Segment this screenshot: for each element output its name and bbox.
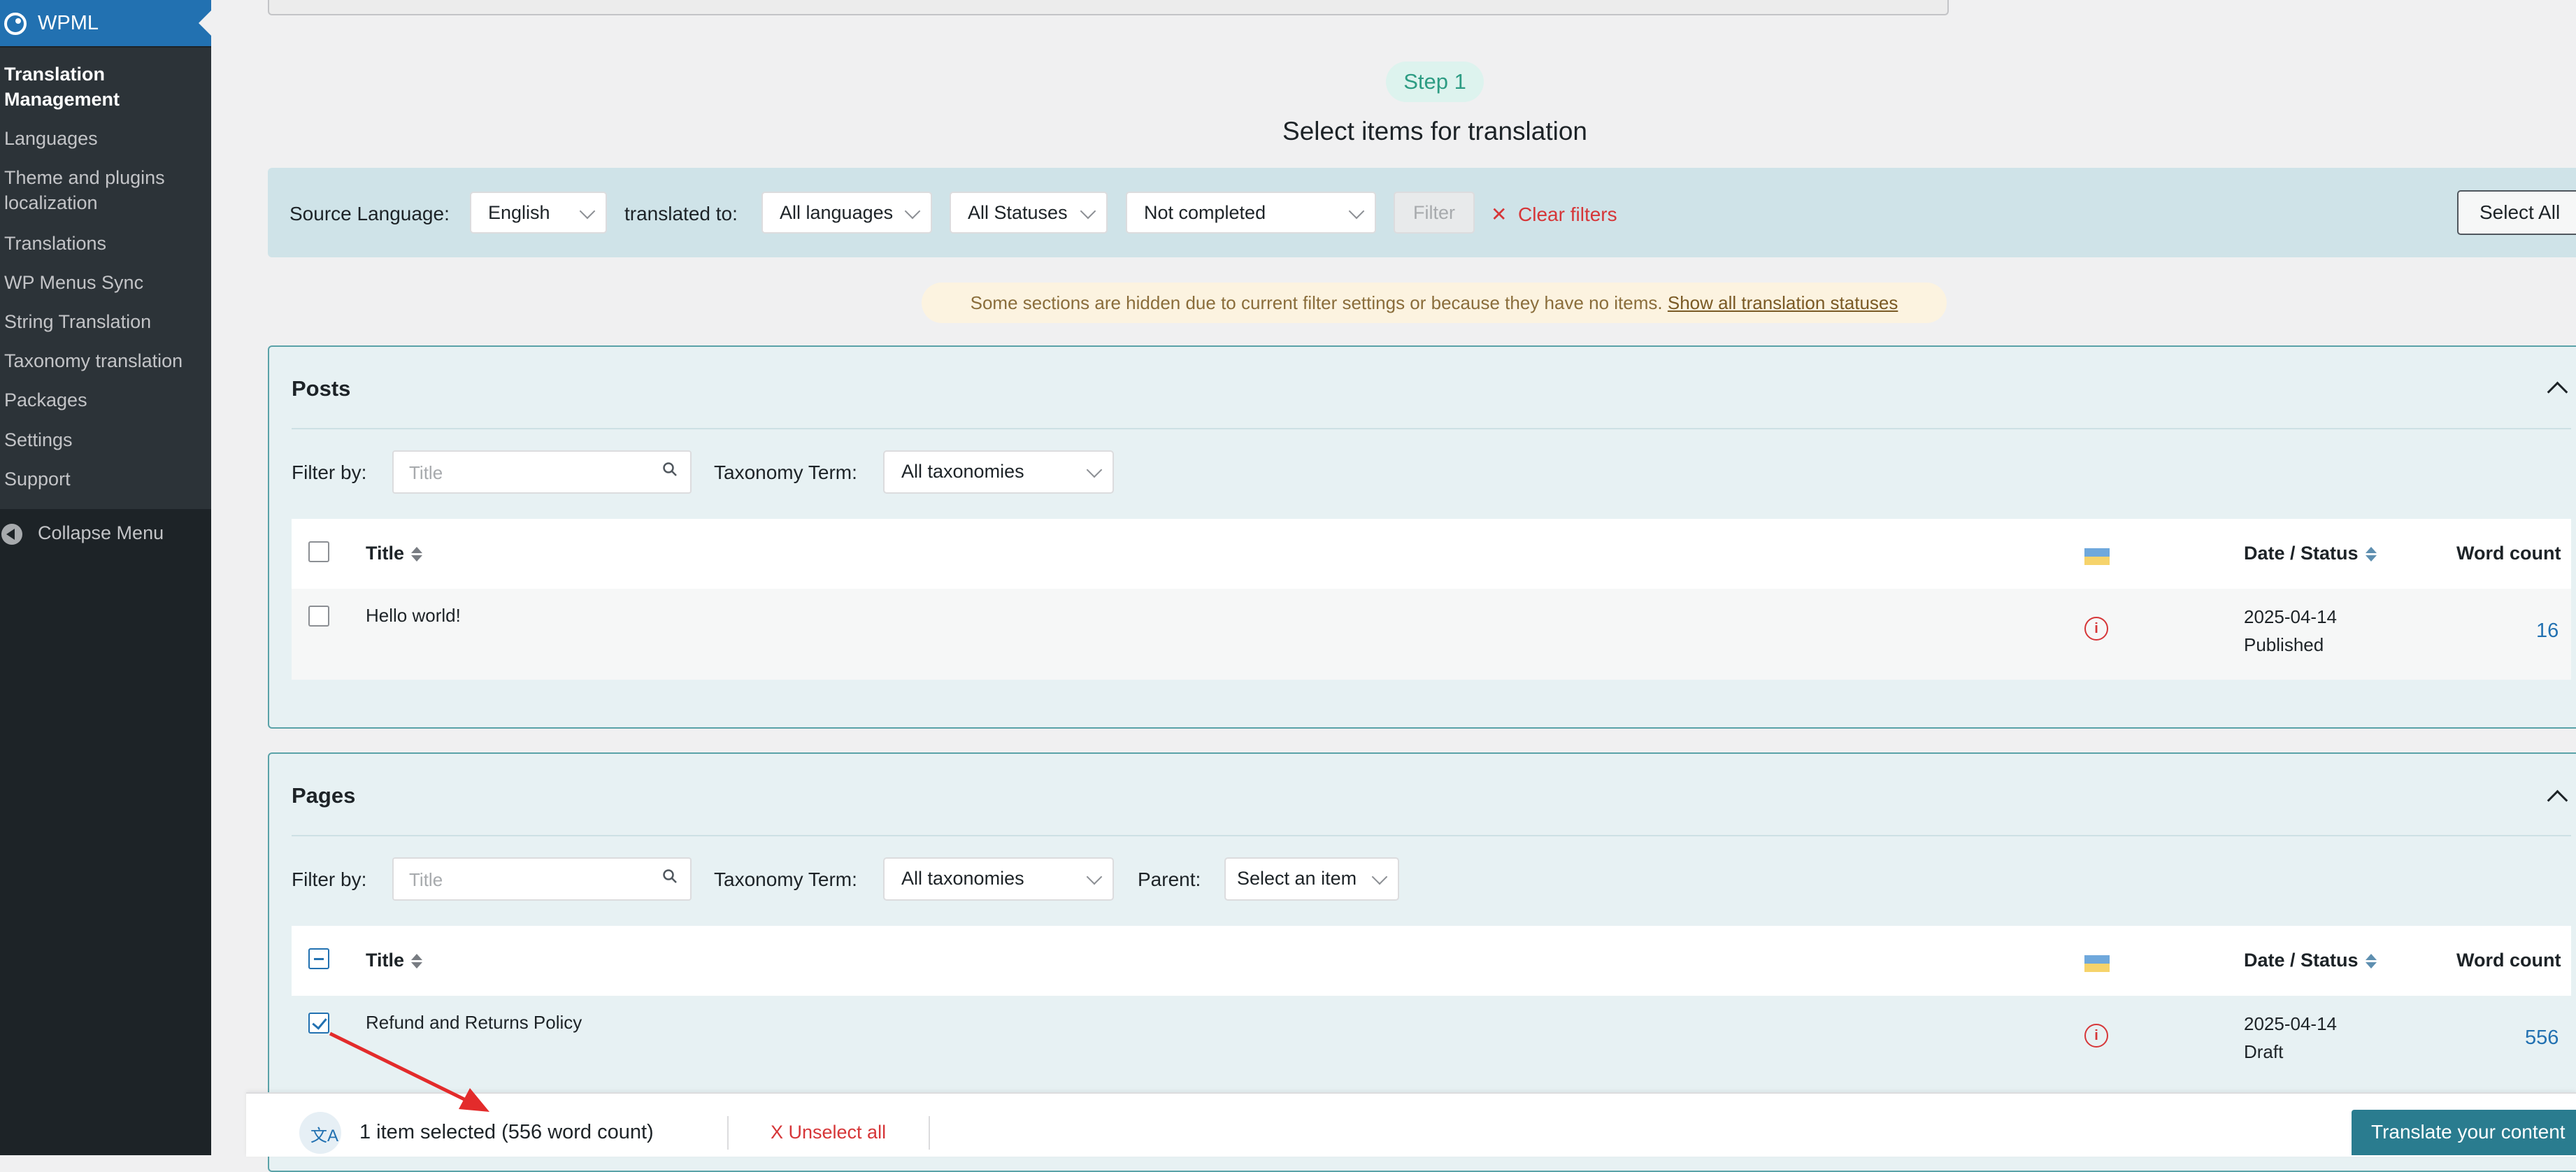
posts-title-search[interactable] bbox=[392, 450, 692, 494]
row-checkbox[interactable] bbox=[308, 606, 329, 627]
table-row[interactable]: Refund and Returns Policy i 2025-04-14 D… bbox=[292, 996, 2571, 1094]
parent-select[interactable]: Select an item bbox=[1224, 857, 1399, 901]
source-language-select[interactable]: English bbox=[470, 192, 607, 234]
section-divider bbox=[292, 835, 2571, 836]
filter-by-label: Filter by: bbox=[292, 462, 367, 483]
close-icon: ✕ bbox=[1491, 203, 1508, 225]
row-date: 2025-04-14 bbox=[2244, 606, 2337, 627]
clear-filters-link[interactable]: ✕ Clear filters bbox=[1491, 203, 1617, 226]
row-status: Published bbox=[2244, 634, 2324, 655]
chevron-down-icon bbox=[1086, 869, 1103, 885]
sidebar-item-settings[interactable]: Settings bbox=[4, 427, 73, 452]
row-checkbox[interactable] bbox=[308, 1013, 329, 1034]
sidebar-item-wp-menus-sync[interactable]: WP Menus Sync bbox=[4, 270, 143, 295]
search-input[interactable] bbox=[408, 867, 648, 892]
select-all-posts-checkbox[interactable] bbox=[308, 541, 329, 562]
info-icon[interactable]: i bbox=[2084, 617, 2108, 641]
section-divider bbox=[292, 428, 2571, 429]
top-panel-edge bbox=[268, 0, 1949, 15]
wpml-menu-title: WPML bbox=[38, 12, 99, 34]
collapse-menu-button[interactable]: Collapse Menu bbox=[0, 521, 211, 549]
pages-title-search[interactable] bbox=[392, 857, 692, 901]
word-count-link[interactable]: 556 bbox=[2525, 1027, 2559, 1050]
admin-sidebar: WPML Translation Management Languages Th… bbox=[0, 0, 211, 1155]
word-count-column-header: Word count bbox=[2456, 950, 2561, 971]
sidebar-item-translation-management[interactable]: Translation Management bbox=[4, 62, 120, 112]
chevron-up-icon[interactable] bbox=[2547, 381, 2568, 403]
show-all-statuses-link[interactable]: Show all translation statuses bbox=[1668, 292, 1898, 313]
select-all-button[interactable]: Select All bbox=[2457, 190, 2576, 235]
filter-by-label: Filter by: bbox=[292, 869, 367, 890]
sidebar-item-packages[interactable]: Packages bbox=[4, 387, 87, 413]
unselect-all-button[interactable]: X Unselect all bbox=[771, 1122, 886, 1143]
taxonomy-select[interactable]: All taxonomies bbox=[883, 857, 1114, 901]
collapse-menu-label: Collapse Menu bbox=[38, 522, 164, 543]
wpml-menu-header[interactable]: WPML bbox=[0, 0, 211, 46]
source-language-label: Source Language: bbox=[289, 203, 450, 224]
filter-button[interactable]: Filter bbox=[1394, 192, 1475, 234]
taxonomy-select[interactable]: All taxonomies bbox=[883, 450, 1114, 494]
ukraine-flag-icon bbox=[2084, 955, 2110, 972]
row-title[interactable]: Refund and Returns Policy bbox=[366, 1008, 582, 1036]
selected-items-summary: 1 item selected (556 word count) bbox=[359, 1121, 654, 1143]
pages-section-title: Pages bbox=[292, 783, 356, 808]
sidebar-item-translations[interactable]: Translations bbox=[4, 231, 106, 256]
row-title[interactable]: Hello world! bbox=[366, 601, 461, 629]
chevron-down-icon bbox=[579, 203, 596, 220]
sidebar-item-taxonomy-translation[interactable]: Taxonomy translation bbox=[4, 348, 183, 373]
taxonomy-term-label: Taxonomy Term: bbox=[714, 462, 857, 483]
current-menu-arrow-icon bbox=[199, 10, 211, 36]
pages-table-header: Title Date / Status Word count bbox=[292, 926, 2571, 998]
sidebar-item-support[interactable]: Support bbox=[4, 466, 71, 492]
taxonomy-term-label: Taxonomy Term: bbox=[714, 869, 857, 890]
sort-icon bbox=[411, 546, 423, 562]
date-status-column-header[interactable]: Date / Status bbox=[2244, 543, 2377, 564]
wpml-logo-icon bbox=[4, 13, 27, 35]
divider bbox=[727, 1116, 729, 1150]
sidebar-item-string-translation[interactable]: String Translation bbox=[4, 309, 151, 334]
word-count-link[interactable]: 16 bbox=[2536, 620, 2559, 643]
posts-section-title: Posts bbox=[292, 376, 351, 401]
page-title: Select items for translation bbox=[1282, 117, 1587, 145]
select-all-pages-checkbox[interactable] bbox=[308, 948, 329, 969]
status-select[interactable]: All Statuses bbox=[950, 192, 1108, 234]
date-status-column-header[interactable]: Date / Status bbox=[2244, 950, 2377, 971]
target-language-select[interactable]: All languages bbox=[761, 192, 932, 234]
collapse-arrow-icon bbox=[1, 524, 22, 545]
title-column-header[interactable]: Title bbox=[366, 543, 423, 564]
chevron-down-icon bbox=[904, 203, 921, 220]
info-icon[interactable]: i bbox=[2084, 1024, 2108, 1048]
row-date: 2025-04-14 bbox=[2244, 1013, 2337, 1034]
posts-section: Posts Filter by: Taxonomy Term: All taxo… bbox=[268, 345, 2576, 729]
search-icon bbox=[663, 869, 677, 883]
chevron-down-icon bbox=[1348, 203, 1365, 220]
translate-icon: 文A bbox=[299, 1112, 341, 1154]
chevron-down-icon bbox=[1371, 869, 1388, 885]
title-column-header[interactable]: Title bbox=[366, 950, 423, 971]
row-status: Draft bbox=[2244, 1041, 2284, 1062]
chevron-down-icon bbox=[1080, 203, 1096, 220]
chevron-up-icon[interactable] bbox=[2547, 789, 2568, 811]
search-input[interactable] bbox=[408, 460, 648, 485]
word-count-column-header: Word count bbox=[2456, 543, 2561, 564]
hidden-sections-notice: Some sections are hidden due to current … bbox=[922, 283, 1947, 323]
sort-icon bbox=[2365, 546, 2377, 562]
table-row[interactable]: Hello world! i 2025-04-14 Published 16 bbox=[292, 589, 2571, 680]
chevron-down-icon bbox=[1086, 462, 1103, 478]
sort-icon bbox=[2365, 953, 2377, 969]
completion-select[interactable]: Not completed bbox=[1126, 192, 1376, 234]
ukraine-flag-icon bbox=[2084, 548, 2110, 565]
search-icon bbox=[663, 462, 677, 476]
translated-to-label: translated to: bbox=[624, 203, 738, 224]
sort-icon bbox=[411, 953, 423, 969]
sidebar-item-theme-plugins-localization[interactable]: Theme and plugins localization bbox=[4, 165, 165, 215]
wpml-submenu: Translation Management Languages Theme a… bbox=[0, 48, 211, 509]
posts-table-header: Title Date / Status Word count bbox=[292, 519, 2571, 591]
step-badge: Step 1 bbox=[1386, 62, 1484, 102]
translate-your-content-button[interactable]: Translate your content bbox=[2352, 1110, 2576, 1155]
parent-label: Parent: bbox=[1138, 869, 1201, 890]
divider bbox=[929, 1116, 930, 1150]
sidebar-item-languages[interactable]: Languages bbox=[4, 126, 98, 151]
